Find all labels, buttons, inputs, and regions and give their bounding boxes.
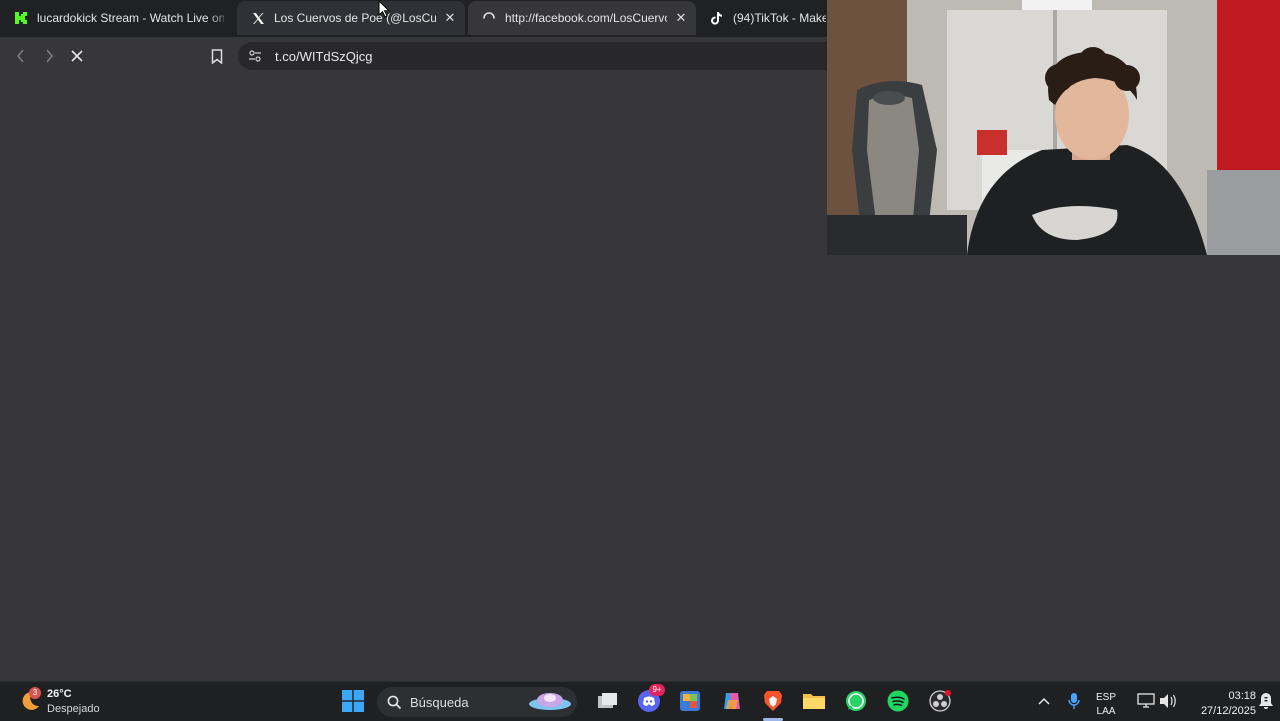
tab-x-profile[interactable]: Los Cuervos de Poe (@LosCuervo ✕	[237, 1, 465, 35]
clock-date: 27/12/2025	[1200, 705, 1256, 717]
weather-temperature: 26°C	[47, 688, 72, 700]
copilot-icon[interactable]	[720, 689, 744, 713]
search-icon	[387, 695, 402, 710]
chevron-up-icon[interactable]	[1032, 689, 1056, 713]
search-label: Búsqueda	[410, 694, 469, 710]
bookmark-icon[interactable]	[207, 46, 227, 66]
forward-arrow-icon[interactable]	[39, 46, 59, 66]
whatsapp-icon[interactable]	[844, 689, 868, 713]
clock-time: 03:18	[1228, 690, 1256, 702]
weather-alert-badge: 3	[29, 687, 41, 699]
file-explorer-icon[interactable]	[802, 689, 826, 713]
mouse-cursor-icon	[378, 0, 390, 18]
discord-icon[interactable]: 9+	[637, 684, 665, 713]
moon-weather-icon: 3	[18, 687, 44, 715]
obs-studio-icon[interactable]	[928, 689, 952, 713]
language-indicator[interactable]: ESP LAA	[1096, 691, 1116, 719]
x-logo-icon	[251, 11, 265, 25]
keyboard-layout: LAA	[1096, 706, 1116, 717]
microphone-icon[interactable]	[1062, 689, 1086, 713]
notification-bell-icon[interactable]	[1254, 689, 1278, 713]
tab-kick[interactable]: lucardokick Stream - Watch Live on K	[0, 1, 234, 35]
windows-start-icon[interactable]	[341, 689, 365, 713]
tab-tiktok[interactable]: (94)TikTok - Make Y	[696, 1, 836, 35]
kick-logo-icon	[14, 11, 28, 25]
discord-notification-badge: 9+	[649, 684, 665, 696]
tab-title: Los Cuervos de Poe (@LosCuervo	[274, 11, 436, 25]
language-code: ESP	[1096, 692, 1117, 703]
spotify-icon[interactable]	[886, 689, 910, 713]
system-clock[interactable]: 03:18 27/12/2025	[1186, 689, 1256, 719]
brave-browser-icon[interactable]	[761, 689, 785, 713]
back-arrow-icon[interactable]	[11, 46, 31, 66]
tab-title: (94)TikTok - Make Y	[733, 11, 826, 25]
task-view-icon[interactable]	[596, 689, 620, 713]
tab-title: lucardokick Stream - Watch Live on K	[37, 11, 224, 25]
tab-facebook-active[interactable]: http://facebook.com/LosCuervos ✕	[468, 1, 696, 35]
weather-widget[interactable]: 3 26°C Despejado	[18, 687, 100, 717]
network-icon[interactable]	[1134, 689, 1158, 713]
address-text: t.co/WITdSzQjcg	[275, 48, 373, 64]
weather-condition: Despejado	[47, 703, 100, 715]
tiktok-logo-icon	[710, 11, 724, 25]
taskbar-search-box[interactable]: Búsqueda	[377, 687, 577, 717]
tab-fade	[206, 1, 234, 35]
volume-icon[interactable]	[1156, 689, 1180, 713]
tab-title: http://facebook.com/LosCuervos	[505, 11, 667, 25]
tab-close-icon[interactable]: ✕	[673, 10, 689, 26]
loading-spinner-icon	[482, 11, 496, 25]
site-info-icon[interactable]	[238, 50, 272, 62]
address-bar[interactable]: t.co/WITdSzQjcg	[238, 42, 838, 70]
search-highlight-icon	[527, 689, 573, 720]
webcam-feed-image	[827, 0, 1280, 255]
photos-app-icon[interactable]	[678, 689, 702, 713]
windows-taskbar: 3 26°C Despejado Búsqueda 9+ ESP LAA 03:…	[0, 681, 1280, 721]
stop-loading-icon[interactable]	[67, 46, 87, 66]
tab-close-icon[interactable]: ✕	[442, 10, 458, 26]
webcam-overlay	[827, 0, 1280, 255]
